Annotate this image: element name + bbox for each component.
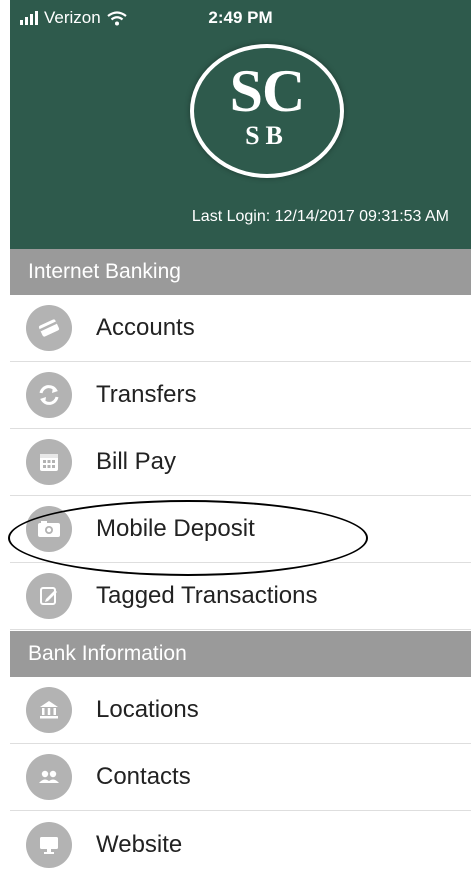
status-time: 2:49 PM	[208, 8, 273, 27]
menu-item-website[interactable]: Website	[10, 811, 471, 878]
section-internet-banking: Internet Banking	[10, 249, 471, 295]
menu-item-label: Accounts	[96, 314, 195, 341]
menu-item-contacts[interactable]: Contacts	[10, 744, 471, 811]
calendar-icon	[26, 439, 72, 485]
menu-item-label: Mobile Deposit	[96, 515, 255, 542]
last-login-text: Last Login: 12/14/2017 09:31:53 AM	[191, 208, 449, 225]
status-bar: Verizon 2:49 PM	[10, 6, 471, 34]
menu-item-label: Contacts	[96, 763, 191, 790]
menu-item-label: Tagged Transactions	[96, 582, 318, 609]
logo-text-bottom: SB	[245, 121, 289, 150]
menu-item-transfers[interactable]: Transfers	[10, 362, 471, 429]
menu-item-accounts[interactable]: Accounts	[10, 295, 471, 362]
camera-icon	[26, 506, 72, 552]
bank-building-icon	[26, 687, 72, 733]
app-header: Verizon 2:49 PM SC SB Last Login: 12/14/…	[10, 0, 471, 249]
tag-edit-icon	[26, 573, 72, 619]
accounts-icon	[26, 305, 72, 351]
section-bank-information: Bank Information	[10, 631, 471, 677]
bank-logo: SC SB	[190, 44, 344, 178]
menu-item-label: Website	[96, 830, 183, 858]
transfers-icon	[26, 372, 72, 418]
logo-text-top: SC	[229, 58, 306, 124]
menu-item-locations[interactable]: Locations	[10, 677, 471, 744]
menu-item-label: Transfers	[96, 381, 197, 408]
menu-item-label: Locations	[96, 696, 199, 723]
menu-item-mobile-deposit[interactable]: Mobile Deposit	[10, 496, 471, 563]
monitor-icon	[26, 821, 72, 868]
menu-item-label: Bill Pay	[96, 448, 177, 475]
menu-item-tagged-transactions[interactable]: Tagged Transactions	[10, 563, 471, 630]
menu-item-bill-pay[interactable]: Bill Pay	[10, 429, 471, 496]
contacts-icon	[26, 754, 72, 800]
